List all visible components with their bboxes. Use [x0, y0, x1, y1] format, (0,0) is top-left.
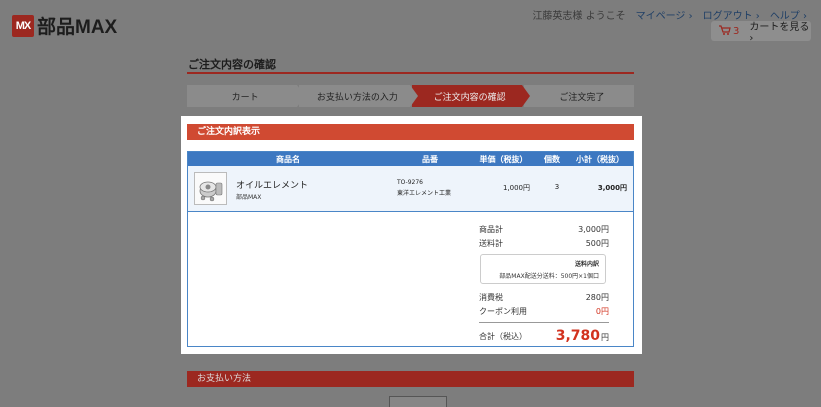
coupon-label: クーポン利用: [479, 306, 527, 316]
order-table-header: 商品名 品番 単価（税抜） 個数 小計（税抜）: [188, 152, 633, 166]
view-cart-button[interactable]: 3 カートを見る: [711, 21, 811, 41]
tax-row: 消費税 280円: [479, 290, 609, 304]
mypage-link[interactable]: マイページ: [636, 7, 693, 22]
order-details-panel: ご注文内訳表示 商品名 品番 単価（税抜） 個数 小計（税抜） オイルエレメント: [181, 116, 642, 354]
product-seller: 部品MAX: [236, 194, 262, 201]
logo-mark-icon: MX: [12, 14, 34, 37]
user-greeting: 江藤英志様 ようこそ: [532, 11, 626, 22]
goods-total-row: 商品計 3,000円: [479, 222, 609, 236]
tax-label: 消費税: [479, 292, 503, 302]
grand-total-label: 合計（税込）: [479, 331, 527, 341]
view-cart-label: カートを見る: [749, 18, 811, 44]
shipping-total-label: 送料計: [479, 238, 503, 248]
site-header: MX 部品MAX 江藤英志様 ようこそ マイページ ログアウト ヘルプ 3 カー…: [0, 0, 821, 44]
col-quantity: 個数: [544, 154, 560, 164]
step-order-complete: ご注文完了: [523, 85, 634, 107]
shipping-breakdown-text: 部品MAX配送分送料：500円×1個口: [499, 273, 599, 280]
grand-total-unit: 円: [601, 333, 609, 342]
site-logo[interactable]: MX 部品MAX: [12, 12, 117, 39]
product-thumbnail[interactable]: [194, 172, 227, 205]
step-cart: カート: [187, 85, 306, 107]
col-subtotal: 小計（税抜）: [576, 154, 624, 164]
goods-total-value: 3,000円: [578, 224, 609, 234]
order-summary: 商品計 3,000円 送料計 500円 送料内訳 部品MAX配送分送料：500円…: [479, 222, 609, 346]
coupon-value: 0円: [595, 306, 609, 316]
product-manufacturer: 東洋エレメント工業: [397, 190, 452, 197]
product-code: TO-9276: [397, 179, 423, 186]
logo-text: 部品MAX: [37, 17, 118, 38]
product-name[interactable]: オイルエレメント: [236, 178, 308, 191]
order-table: 商品名 品番 単価（税抜） 個数 小計（税抜） オイルエレメント 部品MAX T…: [187, 151, 634, 347]
unit-price: 1,000円: [502, 184, 530, 192]
shipping-breakdown-box: 送料内訳 部品MAX配送分送料：500円×1個口: [480, 254, 606, 284]
col-unit-price: 単価（税抜）: [479, 154, 528, 164]
tax-value: 280円: [585, 292, 609, 302]
shipping-breakdown-title: 送料内訳: [574, 261, 599, 268]
cart-icon: [719, 24, 731, 38]
grand-total-value: 3,780: [555, 328, 600, 344]
step-order-confirm: ご注文内容の確認: [411, 85, 531, 107]
goods-total-label: 商品計: [479, 224, 503, 234]
shipping-total-value: 500円: [585, 238, 609, 248]
step-payment-input: お支払い方法の入力: [299, 85, 418, 107]
table-row: オイルエレメント 部品MAX TO-9276 東洋エレメント工業 1,000円 …: [188, 166, 633, 212]
coupon-row: クーポン利用 0円: [479, 304, 609, 318]
col-product-name: 商品名: [276, 154, 300, 164]
title-divider: [187, 72, 634, 74]
grand-total-row: 合計（税込） 3,780円: [479, 326, 609, 346]
payment-option-box[interactable]: [389, 396, 447, 407]
shipping-total-row: 送料計 500円: [479, 236, 609, 250]
page-title: ご注文内容の確認: [188, 58, 276, 71]
col-product-code: 品番: [422, 154, 438, 164]
payment-section-heading: お支払い方法: [187, 371, 634, 387]
cart-count-badge: 3: [733, 25, 740, 37]
summary-divider: [479, 322, 609, 323]
order-section-heading: ご注文内訳表示: [187, 124, 634, 140]
quantity: 3: [554, 183, 560, 191]
line-subtotal: 3,000円: [597, 184, 627, 192]
checkout-steps: カート お支払い方法の入力 ご注文内容の確認 ご注文完了: [187, 85, 634, 107]
